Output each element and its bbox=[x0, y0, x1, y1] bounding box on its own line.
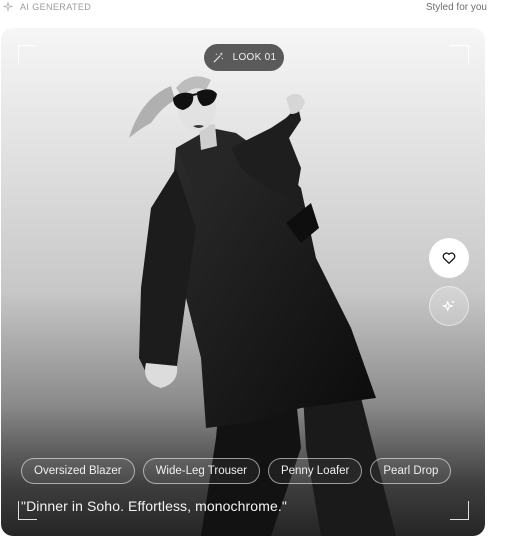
like-button[interactable] bbox=[429, 238, 469, 278]
tag-oversized-blazer[interactable]: Oversized Blazer bbox=[21, 458, 135, 484]
look-badge: LOOK 01 bbox=[204, 44, 284, 71]
look-card[interactable]: LOOK 01 Oversized Blazer Wide-Leg Trouse… bbox=[1, 28, 485, 536]
styled-for-you-label: Styled for you bbox=[425, 2, 487, 13]
frame-corner-bottom-right bbox=[450, 501, 469, 520]
sparkles-icon bbox=[442, 300, 455, 312]
ai-generated-badge: AI GENERATED bbox=[2, 1, 91, 13]
tag-wide-leg-trouser[interactable]: Wide-Leg Trouser bbox=[142, 458, 260, 484]
outfit-tags: Oversized Blazer Wide-Leg Trouser Penny … bbox=[21, 458, 452, 484]
look-label: LOOK 01 bbox=[232, 52, 277, 63]
tag-penny-loafer[interactable]: Penny Loafer bbox=[267, 458, 363, 484]
look-caption: "Dinner in Soho. Effortless, monochrome.… bbox=[21, 498, 287, 514]
top-bar: AI GENERATED Styled for you bbox=[0, 0, 487, 16]
sparkle-icon bbox=[3, 1, 13, 12]
frame-corner-top-right bbox=[450, 45, 469, 64]
frame-corner-top-left bbox=[18, 45, 37, 64]
restyle-button[interactable] bbox=[429, 286, 469, 326]
ai-generated-label: AI GENERATED bbox=[20, 2, 92, 12]
heart-icon bbox=[442, 252, 456, 264]
tag-pearl-drop[interactable]: Pearl Drop bbox=[370, 458, 452, 484]
magic-wand-icon bbox=[213, 52, 223, 63]
